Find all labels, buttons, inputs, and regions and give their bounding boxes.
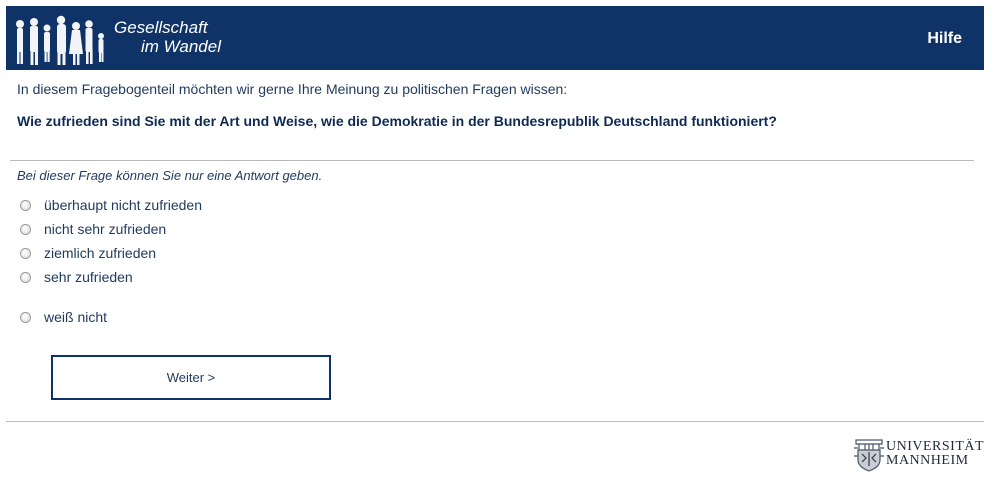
logo-title: Gesellschaft im Wandel bbox=[114, 18, 221, 56]
page-header: Gesellschaft im Wandel Hilfe bbox=[6, 6, 984, 70]
university-name: UNIVERSITÄT MANNHEIM bbox=[886, 440, 984, 468]
question-text: Wie zufrieden sind Sie mit der Art und W… bbox=[17, 113, 777, 129]
radio-button[interactable] bbox=[20, 223, 31, 235]
logo-title-line2: im Wandel bbox=[141, 37, 221, 56]
university-name-line2: MANNHEIM bbox=[886, 453, 969, 468]
option-label: überhaupt nicht zufrieden bbox=[44, 197, 202, 213]
university-logo: UNIVERSITÄT MANNHEIM bbox=[850, 434, 984, 474]
university-name-line1: UNIVERSITÄT bbox=[886, 439, 985, 454]
option-label: weiß nicht bbox=[44, 309, 108, 325]
radio-button[interactable] bbox=[20, 247, 31, 259]
logo-title-line1: Gesellschaft bbox=[114, 18, 208, 37]
option-weiss-nicht[interactable]: weiß nicht bbox=[20, 308, 107, 326]
option-label: nicht sehr zufrieden bbox=[44, 221, 167, 237]
option-ziemlich-zufrieden[interactable]: ziemlich zufrieden bbox=[20, 244, 156, 262]
footer-divider bbox=[6, 421, 984, 422]
intro-text: In diesem Fragebogenteil möchten wir ger… bbox=[17, 81, 568, 97]
radio-button[interactable] bbox=[20, 271, 31, 283]
help-link[interactable]: Hilfe bbox=[927, 30, 962, 48]
option-ueberhaupt-nicht-zufrieden[interactable]: überhaupt nicht zufrieden bbox=[20, 196, 202, 214]
radio-button[interactable] bbox=[20, 311, 31, 323]
people-silhouette-logo-icon bbox=[16, 15, 104, 65]
university-crest-icon bbox=[854, 439, 884, 472]
next-button[interactable]: Weiter > bbox=[51, 355, 331, 400]
radio-button[interactable] bbox=[20, 199, 31, 211]
divider bbox=[10, 160, 974, 161]
option-nicht-sehr-zufrieden[interactable]: nicht sehr zufrieden bbox=[20, 220, 166, 238]
option-sehr-zufrieden[interactable]: sehr zufrieden bbox=[20, 268, 133, 286]
option-label: ziemlich zufrieden bbox=[44, 245, 157, 261]
answer-hint: Bei dieser Frage können Sie nur eine Ant… bbox=[17, 168, 323, 183]
option-label: sehr zufrieden bbox=[44, 269, 133, 285]
